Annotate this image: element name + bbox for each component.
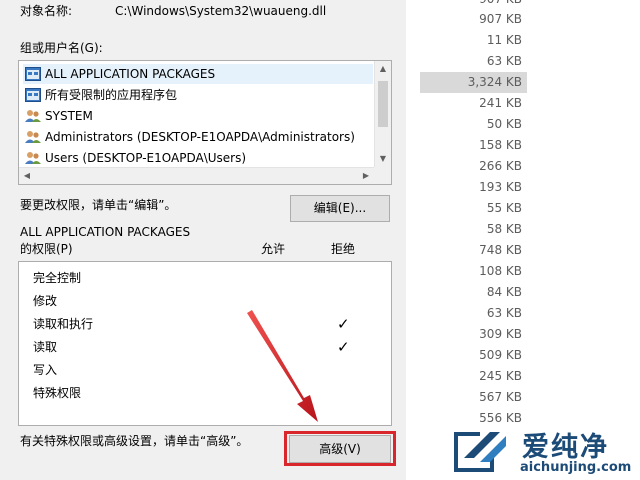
watermark-brand: 爱纯净 [522, 432, 609, 463]
watermark-logo-icon [454, 432, 506, 472]
watermark-url: aichunjing.com [520, 460, 632, 475]
annotation-arrow-icon [247, 310, 318, 422]
